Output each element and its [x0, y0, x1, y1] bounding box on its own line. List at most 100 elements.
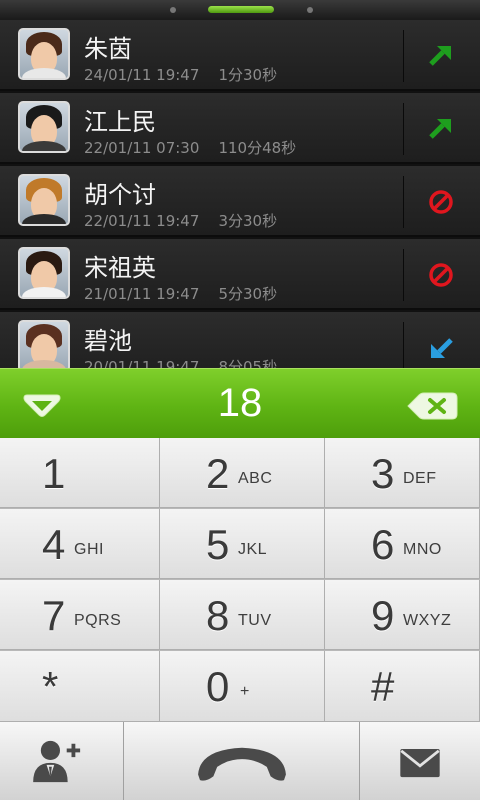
call-details: 22/01/11 07:30 110分48秒: [84, 137, 296, 158]
key-letters: GHI: [74, 541, 104, 558]
key-letters: MNO: [403, 541, 442, 558]
row-divider: [403, 249, 404, 301]
avatar-shoulders: [22, 68, 66, 78]
status-dot: [170, 7, 176, 13]
key-2[interactable]: 2 ABC: [160, 438, 325, 508]
key-digit: 5: [206, 521, 230, 568]
contact-name: 朱茵: [84, 35, 132, 63]
call-button[interactable]: [124, 722, 360, 800]
call-duration: 3分30秒: [218, 212, 278, 230]
call-details: 20/01/11 19:47 8分05秒: [84, 356, 277, 368]
avatar[interactable]: [18, 320, 70, 368]
arrow-up-right-icon: [429, 119, 451, 139]
call-time: 19:47: [156, 66, 200, 84]
blocked-icon: [429, 263, 453, 287]
arrow-up-right-icon: [429, 46, 451, 66]
avatar[interactable]: [18, 101, 70, 153]
backspace-icon[interactable]: [406, 392, 458, 420]
key-digit: 2: [206, 450, 230, 497]
envelope-icon: [400, 748, 440, 778]
action-bar: [0, 722, 480, 800]
notification-handle[interactable]: [208, 6, 274, 13]
key-digit: 4: [42, 521, 66, 568]
avatar-shoulders: [22, 214, 66, 224]
call-duration: 8分05秒: [218, 358, 278, 368]
key-7[interactable]: 7 PQRS: [0, 580, 160, 650]
contact-name: 胡个讨: [84, 181, 156, 209]
dialed-number: 18: [217, 381, 263, 425]
call-details: 21/01/11 19:47 5分30秒: [84, 283, 277, 304]
avatar-shoulders: [22, 287, 66, 297]
avatar[interactable]: [18, 174, 70, 226]
call-details: 22/01/11 19:47 3分30秒: [84, 210, 277, 231]
key-4[interactable]: 4 GHI: [0, 509, 160, 579]
call-log-item[interactable]: 宋祖英 21/01/11 19:47 5分30秒: [0, 239, 480, 310]
avatar-shoulders: [22, 141, 66, 151]
avatar-shoulders: [22, 360, 66, 368]
key-0[interactable]: 0 +: [160, 651, 325, 722]
call-date: 22/01/11: [84, 212, 152, 230]
key-digit: *: [42, 663, 59, 710]
call-time: 19:47: [156, 358, 200, 368]
status-bar: [0, 0, 480, 20]
key-star[interactable]: *: [0, 651, 160, 722]
key-digit: 6: [371, 521, 395, 568]
call-log-item[interactable]: 江上民 22/01/11 07:30 110分48秒: [0, 93, 480, 164]
status-dot: [307, 7, 313, 13]
key-digit: 7: [42, 592, 66, 639]
row-divider: [403, 322, 404, 368]
key-8[interactable]: 8 TUV: [160, 580, 325, 650]
row-divider: [403, 176, 404, 228]
call-duration: 110分48秒: [218, 139, 297, 157]
key-6[interactable]: 6 MNO: [325, 509, 480, 579]
call-date: 20/01/11: [84, 358, 152, 368]
call-log-list[interactable]: 朱茵 24/01/11 19:47 1分30秒 江上民 22/01/11 07:…: [0, 20, 480, 368]
key-1[interactable]: 1: [0, 438, 160, 508]
arrow-down-left-icon: [431, 338, 453, 358]
dial-bar: 18: [0, 368, 480, 438]
call-duration: 1分30秒: [218, 66, 278, 84]
dial-keypad: 1 2 ABC 3 DEF 4 GHI 5 JKL 6 MNO 7 PQRS 8 TUV 9 WXYZ * 0 + #: [0, 438, 480, 722]
avatar[interactable]: [18, 247, 70, 299]
call-details: 24/01/11 19:47 1分30秒: [84, 64, 277, 85]
key-digit: #: [371, 663, 395, 710]
key-letters: WXYZ: [403, 612, 452, 629]
call-date: 22/01/11: [84, 139, 152, 157]
contact-name: 碧池: [84, 327, 132, 355]
call-time: 19:47: [156, 285, 200, 303]
avatar[interactable]: [18, 28, 70, 80]
contact-name: 江上民: [84, 108, 156, 136]
key-letters: ABC: [238, 470, 273, 487]
call-duration: 5分30秒: [218, 285, 278, 303]
call-date: 24/01/11: [84, 66, 152, 84]
key-letters: DEF: [403, 470, 437, 487]
call-date: 21/01/11: [84, 285, 152, 303]
key-digit: 1: [42, 450, 66, 497]
key-5[interactable]: 5 JKL: [160, 509, 325, 579]
contact-name: 宋祖英: [84, 254, 156, 282]
call-log-item[interactable]: 胡个讨 22/01/11 19:47 3分30秒: [0, 166, 480, 237]
key-digit: 8: [206, 592, 230, 639]
call-log-item[interactable]: 朱茵 24/01/11 19:47 1分30秒: [0, 20, 480, 91]
call-time: 07:30: [156, 139, 200, 157]
add-contact-button[interactable]: [0, 722, 124, 800]
row-divider: [403, 30, 404, 82]
key-digit: 0: [206, 663, 230, 710]
key-digit: 3: [371, 450, 395, 497]
key-letters: JKL: [238, 541, 268, 558]
call-time: 19:47: [156, 212, 200, 230]
add-contact-icon: [33, 740, 81, 783]
row-divider: [403, 103, 404, 155]
key-letters: PQRS: [74, 612, 122, 629]
key-letters: +: [240, 683, 250, 700]
blocked-icon: [429, 190, 453, 214]
message-button[interactable]: [360, 722, 480, 800]
key-pound[interactable]: #: [325, 651, 480, 722]
key-digit: 9: [371, 592, 395, 639]
key-9[interactable]: 9 WXYZ: [325, 580, 480, 650]
phone-handset-icon: [198, 747, 286, 781]
key-3[interactable]: 3 DEF: [325, 438, 480, 508]
call-log-item[interactable]: 碧池 20/01/11 19:47 8分05秒: [0, 312, 480, 368]
key-letters: TUV: [238, 612, 272, 629]
chevron-down-icon[interactable]: [21, 393, 63, 419]
